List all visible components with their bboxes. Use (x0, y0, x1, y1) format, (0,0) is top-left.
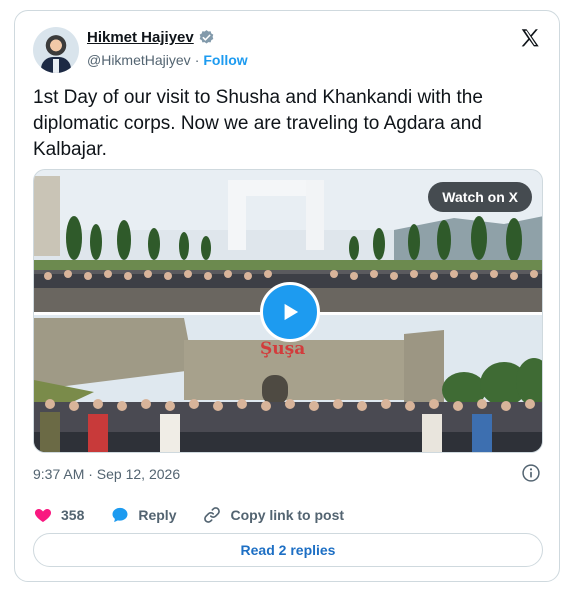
x-logo-icon[interactable] (519, 27, 541, 49)
author-name-row: Hikmet Hajiyev (87, 29, 215, 46)
read-replies-button[interactable]: Read 2 replies (33, 533, 543, 567)
handle-row: @HikmetHajiyev · Follow (87, 52, 248, 68)
verified-badge-icon (199, 30, 214, 44)
post-timestamp[interactable]: 9:37 AM · Sep 12, 2026 (33, 466, 180, 482)
like-count: 358 (61, 507, 85, 523)
reply-button[interactable]: Reply (110, 505, 176, 525)
separator-dot: · (194, 52, 200, 68)
reply-label: Reply (138, 507, 177, 523)
author-handle[interactable]: @HikmetHajiyev (87, 52, 191, 68)
copy-link-label: Copy link to post (230, 507, 345, 523)
author-name[interactable]: Hikmet Hajiyev (87, 29, 194, 46)
play-button[interactable] (260, 282, 320, 342)
follow-button[interactable]: Follow (203, 52, 247, 68)
info-icon[interactable] (521, 463, 541, 483)
tweet-card: Hikmet Hajiyev @HikmetHajiyev · Follow 1… (14, 10, 560, 582)
link-icon (204, 507, 221, 523)
like-button[interactable]: 358 (33, 505, 84, 525)
avatar[interactable] (33, 27, 79, 73)
video-thumbnail[interactable]: Şuşa Watch on X (33, 169, 543, 453)
copy-link-button[interactable]: Copy link to post (202, 505, 344, 525)
action-bar: 358 Reply Copy link to post (33, 505, 370, 525)
heart-icon (34, 509, 52, 523)
banner-text: Şuşa (260, 339, 305, 359)
tweet-text: 1st Day of our visit to Shusha and Khank… (33, 87, 483, 160)
reply-bubble-icon (112, 507, 128, 523)
play-icon (284, 303, 299, 321)
watch-on-x-button[interactable]: Watch on X (428, 182, 532, 212)
